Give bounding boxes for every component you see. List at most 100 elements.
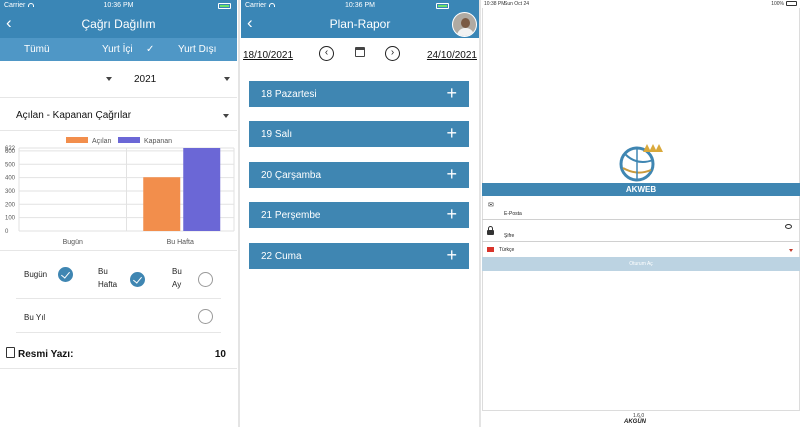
- plus-icon[interactable]: +: [446, 245, 457, 265]
- region-tabs: Tümü Yurt İçi ✓ Yurt Dışı: [0, 38, 237, 61]
- day-label: 18 Pazartesi: [261, 89, 317, 100]
- period-option-year[interactable]: Bu Yıl: [16, 304, 221, 330]
- option-label: Bugün: [24, 270, 48, 279]
- divider: [0, 250, 237, 251]
- tab-domestic[interactable]: Yurt İçi: [102, 44, 133, 55]
- y-tick-label: 622: [5, 146, 16, 152]
- brand-name: AKWEB: [625, 185, 657, 194]
- chevron-down-icon: [223, 114, 229, 118]
- report-type-select[interactable]: Açılan - Kapanan Çağrılar: [0, 98, 237, 130]
- screen-divider: [479, 0, 481, 427]
- year-value: 2021: [134, 74, 157, 85]
- status-bar: Carrier 10:36 PM: [241, 0, 479, 11]
- screen-divider: [238, 0, 240, 427]
- flag-icon: [487, 247, 494, 252]
- brand-bar: AKWEB: [482, 183, 800, 196]
- page-title: Çağrı Dağılım: [81, 17, 156, 31]
- company-logo: AKGÜN: [624, 419, 646, 425]
- period-option-month[interactable]: Bu Ay: [166, 262, 226, 296]
- period-option-today[interactable]: Bugün: [16, 262, 84, 292]
- x-tick-label: Bugün: [63, 239, 83, 246]
- clock: 10:36 PM: [103, 2, 134, 9]
- official-letter-row[interactable]: Resmi Yazı: 10: [0, 342, 237, 366]
- avatar[interactable]: [452, 12, 477, 37]
- chevron-down-icon: [789, 249, 793, 252]
- y-tick-label: 500: [5, 162, 16, 168]
- period-option-week[interactable]: Bu Hafta: [92, 262, 160, 296]
- day-label: 22 Cuma: [261, 251, 302, 262]
- y-tick-label: 400: [5, 176, 16, 182]
- month-select[interactable]: [0, 61, 118, 96]
- login-button-label: Oturum Aç: [629, 261, 653, 267]
- tab-abroad[interactable]: Yurt Dışı: [178, 44, 216, 55]
- next-week-button[interactable]: ›: [385, 46, 400, 61]
- chart-canvas: Açılan Kapanan0100200300400500600622Bugün…: [5, 137, 235, 246]
- status-bar: Carrier 10:36 PM: [0, 0, 237, 11]
- y-tick-label: 100: [5, 216, 16, 222]
- divider: [16, 332, 221, 333]
- battery-icon: [218, 3, 231, 9]
- clock: 10:38 PM: [484, 1, 506, 7]
- language-label: Türkçe: [499, 247, 515, 253]
- plus-icon[interactable]: +: [446, 83, 457, 103]
- login-screen: 10:38 PM Sun Oct 24 100% AKWEB ✉ E-Posta…: [482, 0, 800, 427]
- chevron-down-icon: [224, 77, 230, 81]
- bar: [183, 148, 221, 231]
- official-letter-count: 10: [214, 349, 226, 360]
- date-label: Sun Oct 24: [504, 1, 530, 7]
- day-label: 20 Çarşamba: [261, 170, 322, 181]
- legend-swatch: [118, 137, 140, 143]
- option-label: Bu Ay: [172, 267, 182, 289]
- divider: [482, 410, 800, 411]
- call-distribution-screen: Carrier 10:36 PM ‹ Çağrı Dağılım Tümü Yu…: [0, 0, 237, 427]
- radio-unchecked-icon: [198, 309, 213, 324]
- battery-label: 100%: [771, 1, 784, 7]
- bar-chart: Açılan Kapanan 0 100 200 300 400 500 600 622 Bugün…: [0, 132, 237, 248]
- password-label: Şifre: [504, 233, 515, 239]
- day-row[interactable]: 22 Cuma +: [249, 243, 469, 269]
- legend-label: Açılan: [92, 138, 112, 145]
- radio-unchecked-icon: [198, 272, 213, 287]
- week-navigator: 18/10/2021 ‹ › 24/10/2021: [241, 38, 479, 64]
- start-date[interactable]: 18/10/2021: [243, 50, 293, 61]
- y-tick-label: 200: [5, 202, 16, 208]
- chevron-down-icon: [106, 77, 112, 81]
- tab-all[interactable]: Tümü: [24, 44, 50, 55]
- end-date[interactable]: 24/10/2021: [427, 50, 477, 61]
- plus-icon[interactable]: +: [446, 204, 457, 224]
- y-tick-label: 300: [5, 189, 16, 195]
- day-row[interactable]: 18 Pazartesi +: [249, 81, 469, 107]
- page-title: Plan-Rapor: [329, 17, 391, 31]
- option-label: Bu Hafta: [98, 267, 118, 289]
- legend-swatch: [66, 137, 88, 143]
- language-select[interactable]: Türkçe: [482, 245, 800, 255]
- eye-icon[interactable]: [785, 224, 792, 229]
- radio-checked-icon: [130, 272, 145, 287]
- year-select[interactable]: 2021: [122, 61, 237, 96]
- legend-label: Kapanan: [144, 138, 172, 145]
- radio-checked-icon: [58, 267, 73, 282]
- calendar-icon[interactable]: [355, 47, 365, 57]
- report-type-value: Açılan - Kapanan Çağrılar: [16, 110, 132, 121]
- document-icon: [6, 347, 15, 358]
- official-letter-label: Resmi Yazı:: [18, 349, 74, 360]
- email-label: E-Posta: [504, 211, 522, 217]
- nav-bar: ‹ Çağrı Dağılım: [0, 11, 237, 38]
- day-label: 19 Salı: [261, 129, 293, 140]
- plus-icon[interactable]: +: [446, 123, 457, 143]
- previous-week-button[interactable]: ‹: [319, 46, 334, 61]
- day-row[interactable]: 21 Perşembe +: [249, 202, 469, 228]
- login-button[interactable]: Oturum Aç: [482, 257, 800, 271]
- email-field[interactable]: E-Posta: [482, 206, 800, 220]
- day-row[interactable]: 19 Salı +: [249, 121, 469, 147]
- bar: [143, 177, 181, 231]
- divider: [16, 298, 221, 299]
- divider: [0, 368, 237, 369]
- day-row[interactable]: 20 Çarşamba +: [249, 162, 469, 188]
- plus-icon[interactable]: +: [446, 164, 457, 184]
- password-field[interactable]: Şifre: [482, 228, 800, 242]
- akweb-logo: [619, 144, 663, 182]
- option-label: Bu Yıl: [24, 313, 46, 322]
- plan-report-screen: Carrier 10:36 PM ‹ Plan-Rapor 18/10/2021…: [241, 0, 479, 427]
- nav-bar: ‹ Plan-Rapor: [241, 11, 479, 38]
